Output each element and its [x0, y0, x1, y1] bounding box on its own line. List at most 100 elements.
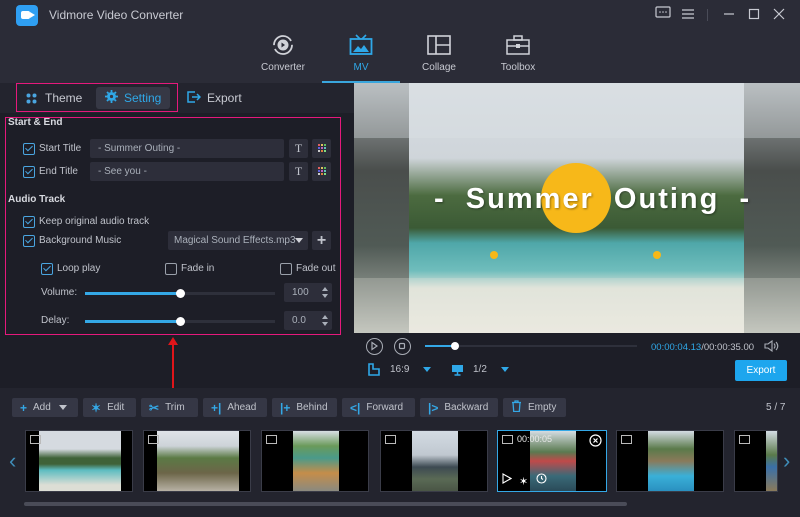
preview-band-top: [354, 83, 800, 138]
start-title-checkbox[interactable]: [23, 143, 35, 155]
nav-collage[interactable]: Collage: [401, 30, 477, 83]
clip-thumbnail-selected[interactable]: 00:00:05 ✶: [497, 430, 607, 492]
stepper-down-icon[interactable]: [322, 322, 328, 326]
color-grid-icon: [317, 167, 326, 175]
clock-icon[interactable]: [536, 473, 547, 487]
delay-slider-knob[interactable]: [176, 317, 185, 326]
divider: [707, 9, 708, 21]
video-preview: - Summer Outing -: [354, 83, 800, 333]
nav-toolbox[interactable]: Toolbox: [480, 30, 556, 83]
main-nav: Converter MV Collage Toolbox: [0, 30, 800, 83]
keep-original-audio-label: Keep original audio track: [39, 216, 150, 227]
volume-slider-knob[interactable]: [176, 289, 185, 298]
clip-image: [293, 431, 339, 491]
behind-button[interactable]: |+ Behind: [272, 398, 337, 417]
nav-mv[interactable]: MV: [323, 30, 399, 83]
clip-thumbnail[interactable]: [734, 430, 778, 492]
playback-progress-slider[interactable]: [425, 342, 637, 350]
clip-image: [648, 431, 694, 491]
clip-image: [766, 431, 777, 491]
play-icon: [371, 341, 379, 351]
delay-slider-fill: [85, 320, 180, 323]
clip-thumbnail[interactable]: [616, 430, 724, 492]
maximize-icon[interactable]: [745, 6, 763, 24]
clip-thumbnail[interactable]: [25, 430, 133, 492]
menu-icon[interactable]: [679, 6, 697, 24]
stop-button[interactable]: [394, 338, 411, 355]
volume-stepper[interactable]: 100: [284, 283, 332, 302]
add-button[interactable]: + Add: [12, 398, 78, 417]
aspect-ratio-icon: [368, 363, 380, 379]
converter-icon: [245, 30, 321, 60]
forward-button[interactable]: <| Forward: [342, 398, 415, 417]
dot-decoration: [653, 251, 661, 259]
clip-thumbnail[interactable]: [380, 430, 488, 492]
stepper-up-icon[interactable]: [322, 315, 328, 319]
nav-converter[interactable]: Converter: [245, 30, 321, 83]
image-icon: [385, 435, 396, 444]
start-title-font-button[interactable]: T: [289, 139, 308, 158]
fade-out-checkbox[interactable]: [280, 263, 292, 275]
close-icon[interactable]: [770, 6, 788, 24]
delay-stepper[interactable]: 0.0: [284, 311, 332, 330]
audio-track-heading: Audio Track: [8, 194, 66, 205]
feedback-icon[interactable]: [654, 6, 672, 24]
aspect-ratio-dropdown-icon[interactable]: [423, 367, 431, 372]
delay-slider[interactable]: [85, 317, 275, 326]
plus-icon: +: [20, 400, 28, 415]
clip-thumbnail[interactable]: [143, 430, 251, 492]
screen-ratio-value[interactable]: 1/2: [473, 364, 487, 375]
progress-knob[interactable]: [451, 342, 459, 350]
clip-strip-scrollbar[interactable]: [24, 502, 627, 506]
end-title-checkbox[interactable]: [23, 166, 35, 178]
insert-behind-icon: |+: [280, 400, 291, 415]
insert-ahead-icon: +|: [211, 400, 222, 415]
play-button[interactable]: [366, 338, 383, 355]
volume-slider-fill: [85, 292, 180, 295]
background-music-select[interactable]: Magical Sound Effects.mp3: [168, 231, 308, 250]
edit-button[interactable]: ✶ Edit: [83, 398, 136, 417]
screen-ratio-dropdown-icon[interactable]: [501, 367, 509, 372]
trash-icon: [511, 400, 522, 415]
image-icon: [30, 435, 41, 444]
loop-play-checkbox[interactable]: [41, 263, 53, 275]
end-title-font-button[interactable]: T: [289, 162, 308, 181]
end-title-input[interactable]: - See you -: [90, 162, 284, 181]
preview-title-overlay: - Summer Outing -: [434, 183, 752, 215]
image-icon: [739, 435, 750, 444]
clip-image: [157, 431, 239, 491]
color-grid-icon: [317, 144, 326, 152]
keep-original-audio-checkbox[interactable]: [23, 216, 35, 228]
export-button[interactable]: Export: [735, 360, 787, 381]
edit-clip-icon[interactable]: ✶: [519, 475, 528, 488]
stepper-down-icon[interactable]: [322, 294, 328, 298]
fade-in-checkbox[interactable]: [165, 263, 177, 275]
backward-button[interactable]: |> Backward: [420, 398, 498, 417]
ahead-button[interactable]: +| Ahead: [203, 398, 267, 417]
scroll-right-icon[interactable]: ›: [783, 449, 793, 473]
empty-button[interactable]: Empty: [503, 398, 566, 417]
remove-clip-icon[interactable]: [589, 434, 602, 450]
play-clip-icon[interactable]: [502, 473, 513, 487]
clip-toolbar: + Add ✶ Edit ✂ Trim +| Ahead |+ Behind <| Forw…: [0, 388, 800, 424]
start-title-color-button[interactable]: [312, 139, 331, 158]
dropdown-arrow-icon: [295, 238, 303, 243]
clip-thumbnail[interactable]: [261, 430, 369, 492]
scroll-left-icon[interactable]: ‹: [9, 449, 19, 473]
volume-slider[interactable]: [85, 289, 275, 298]
background-music-label: Background Music: [39, 235, 122, 246]
minimize-icon[interactable]: [720, 6, 738, 24]
dot-decoration: [490, 251, 498, 259]
end-title-label: End Title: [39, 166, 78, 177]
aspect-ratio-value[interactable]: 16:9: [390, 364, 409, 375]
trim-button[interactable]: ✂ Trim: [141, 398, 198, 417]
image-icon: [266, 435, 277, 444]
stepper-up-icon[interactable]: [322, 287, 328, 291]
volume-icon[interactable]: [764, 339, 780, 355]
fade-out-label: Fade out: [296, 263, 336, 274]
background-music-checkbox[interactable]: [23, 235, 35, 247]
end-title-color-button[interactable]: [312, 162, 331, 181]
add-music-button[interactable]: +: [312, 231, 331, 250]
start-title-input[interactable]: - Summer Outing -: [90, 139, 284, 158]
tab-export[interactable]: Export: [187, 87, 242, 109]
